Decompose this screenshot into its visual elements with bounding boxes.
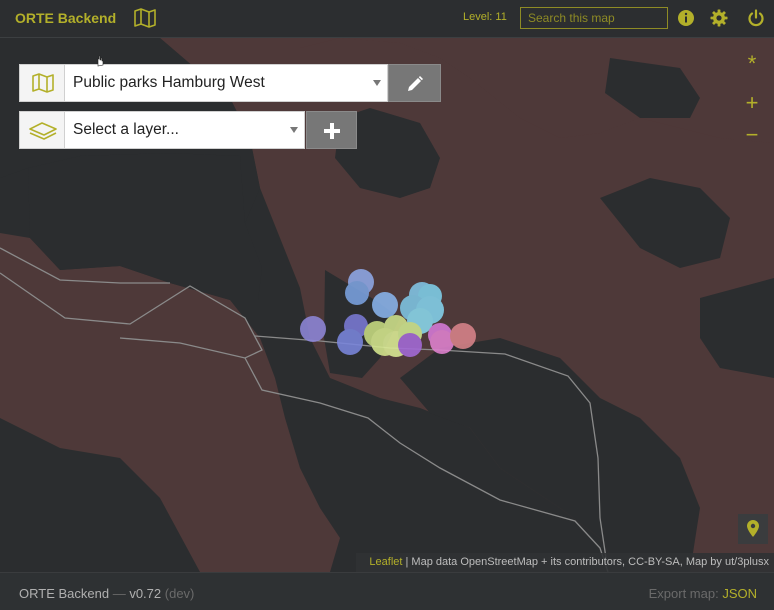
export-area: Export map: JSON: [649, 586, 757, 601]
map-marker-icon: [747, 520, 759, 537]
map-select-value: Public parks Hamburg West: [73, 74, 265, 91]
chevron-down-icon: [290, 127, 298, 133]
footer-separator: —: [109, 586, 130, 601]
map-icon: [134, 8, 156, 28]
edit-map-button[interactable]: [388, 64, 441, 102]
zoom-in-button[interactable]: +: [738, 89, 766, 117]
map-select[interactable]: Public parks Hamburg West: [65, 64, 388, 102]
top-bar: ORTE Backend Level: 11: [0, 0, 774, 38]
map-select-icon-box: [19, 64, 65, 102]
power-icon[interactable]: [747, 9, 765, 27]
add-layer-button[interactable]: [306, 111, 357, 149]
park-marker: [345, 281, 369, 305]
layer-select-icon-box: [19, 111, 65, 149]
export-json-link[interactable]: JSON: [722, 586, 757, 601]
leaflet-link[interactable]: Leaflet: [369, 556, 402, 568]
park-marker: [450, 323, 476, 349]
zoom-level: Level: 11: [463, 11, 507, 23]
brand-title[interactable]: ORTE Backend: [15, 10, 116, 26]
pencil-icon: [408, 76, 423, 91]
attribution-text: | Map data OpenStreetMap + its contribut…: [402, 556, 770, 568]
footer: ORTE Backend — v0.72 (dev) Export map: J…: [0, 572, 774, 610]
footer-app-name: ORTE Backend: [19, 586, 110, 601]
map-canvas[interactable]: Public parks Hamburg West Select a layer…: [0, 38, 774, 572]
park-marker: [300, 316, 326, 342]
footer-version: v0.72: [129, 586, 162, 601]
footer-info: ORTE Backend — v0.72 (dev): [19, 586, 194, 601]
layers-icon: [29, 122, 57, 140]
park-marker: [372, 292, 398, 318]
search-input[interactable]: [520, 7, 668, 29]
layer-select[interactable]: Select a layer...: [65, 111, 305, 149]
footer-channel: (dev): [164, 586, 195, 601]
locate-button[interactable]: [738, 514, 768, 544]
zoom-out-button[interactable]: −: [738, 121, 766, 149]
map-attribution: Leaflet | Map data OpenStreetMap + its c…: [356, 553, 774, 572]
gear-icon[interactable]: [710, 9, 728, 27]
park-marker: [398, 333, 422, 357]
park-marker: [337, 329, 363, 355]
chevron-down-icon: [373, 80, 381, 86]
star-button[interactable]: *: [738, 50, 766, 78]
export-label: Export map:: [648, 586, 719, 601]
hand-cursor-icon: [97, 55, 104, 67]
layer-select-row: Select a layer...: [19, 111, 357, 149]
map-icon: [32, 73, 54, 93]
plus-icon: [324, 123, 340, 139]
map-select-row: Public parks Hamburg West: [19, 64, 441, 102]
info-icon[interactable]: [677, 9, 695, 27]
layer-select-placeholder: Select a layer...: [73, 121, 179, 138]
